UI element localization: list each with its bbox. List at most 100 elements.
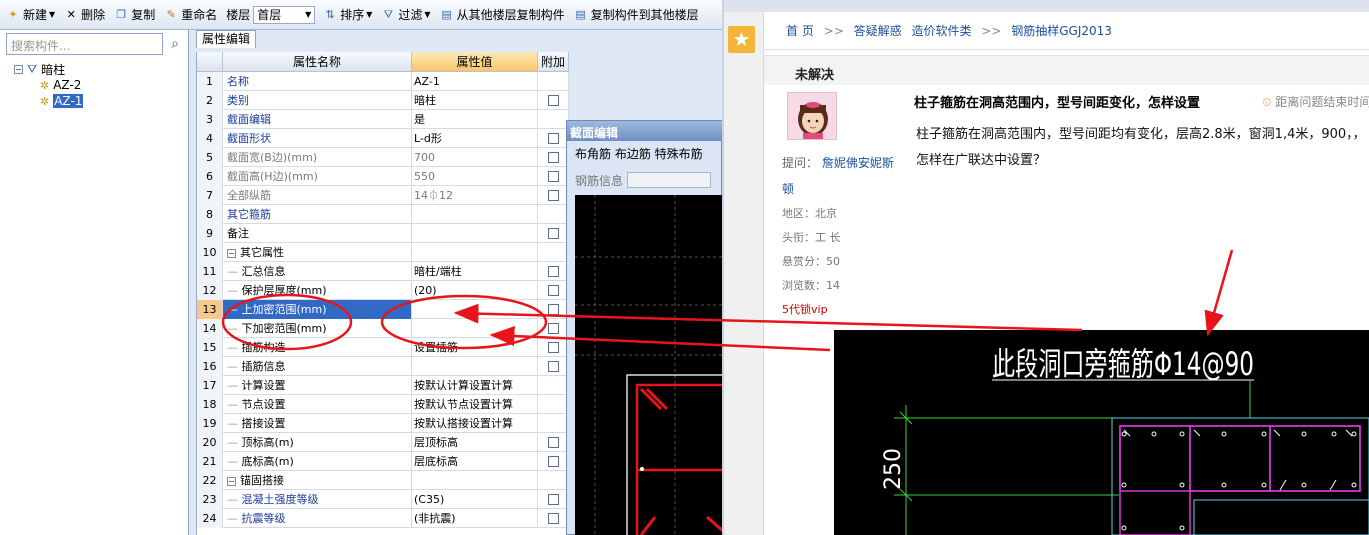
crumb-home[interactable]: 首 页: [786, 24, 814, 38]
property-value[interactable]: [412, 357, 538, 376]
collapse-icon[interactable]: −: [14, 64, 23, 74]
property-value[interactable]: [412, 319, 538, 338]
tree-root[interactable]: − ⛛ 暗柱: [14, 61, 83, 77]
star-icon[interactable]: ★: [728, 26, 755, 53]
tab-property-edit[interactable]: 属性编辑: [196, 30, 256, 48]
row-number: 15: [197, 338, 223, 357]
row-number: 16: [197, 357, 223, 376]
property-grid: 属性名称 属性值 附加 1 名称 AZ-1 2 类别 暗柱 3 截面编辑是 4 截面形状 L-d形 5…: [196, 52, 569, 535]
property-value[interactable]: 550: [412, 167, 538, 186]
dialog-toolbar[interactable]: 布角筋 布边筋 特殊布筋: [567, 145, 723, 165]
copy-to-floor-button[interactable]: ▤ 复制构件到其他楼层: [574, 6, 698, 23]
attach-checkbox[interactable]: [548, 133, 559, 144]
grid-row[interactable]: 15— 插筋构造 设置插筋: [197, 338, 569, 357]
rename-button[interactable]: ✎ 重命名: [164, 6, 218, 23]
attach-checkbox[interactable]: [548, 266, 559, 277]
collapse-icon[interactable]: −: [227, 476, 236, 486]
crumb-qa[interactable]: 答疑解惑: [854, 24, 902, 38]
avatar[interactable]: [787, 92, 837, 140]
new-button[interactable]: ✦ 新建 ▼: [6, 6, 55, 23]
tree-item-az2[interactable]: ✲ AZ-2: [14, 77, 83, 93]
attach-checkbox[interactable]: [548, 228, 559, 239]
grid-row[interactable]: 10− 其它属性: [197, 243, 569, 262]
grid-row[interactable]: 5 截面宽(B边)(mm) 700: [197, 148, 569, 167]
filter-button[interactable]: ⛛ 过滤 ▼: [381, 6, 431, 23]
grid-row[interactable]: 20— 顶标高(m) 层顶标高: [197, 433, 569, 452]
grid-row[interactable]: 1 名称 AZ-1: [197, 72, 569, 91]
crumb-product[interactable]: 钢筋抽样GGJ2013: [1011, 24, 1112, 38]
property-value[interactable]: [412, 471, 538, 490]
search-input[interactable]: 搜索构件...: [6, 33, 163, 55]
grid-row[interactable]: 2 类别 暗柱: [197, 91, 569, 110]
attach-checkbox[interactable]: [548, 304, 559, 315]
section-canvas[interactable]: [575, 195, 723, 535]
rebar-info-input[interactable]: [627, 172, 712, 188]
attach-checkbox[interactable]: [548, 494, 559, 505]
attach-checkbox[interactable]: [548, 456, 559, 467]
grid-row[interactable]: 16— 插筋信息: [197, 357, 569, 376]
property-value[interactable]: 是: [412, 110, 538, 129]
collapse-icon[interactable]: −: [227, 248, 236, 258]
grid-row[interactable]: 14— 下加密范围(mm): [197, 319, 569, 338]
property-value[interactable]: 暗柱: [412, 91, 538, 110]
header-value: 属性值: [412, 52, 538, 72]
attach-checkbox[interactable]: [548, 95, 559, 106]
property-value[interactable]: L-d形: [412, 129, 538, 148]
grid-row[interactable]: 23— 混凝土强度等级 (C35): [197, 490, 569, 509]
property-label: 上加密范围(mm): [241, 303, 327, 316]
grid-row[interactable]: 11— 汇总信息 暗柱/端柱: [197, 262, 569, 281]
property-value[interactable]: 按默认节点设置计算: [412, 395, 538, 414]
grid-row[interactable]: 7 全部纵筋 14⏀12: [197, 186, 569, 205]
property-value[interactable]: 按默认搭接设置计算: [412, 414, 538, 433]
attach-checkbox[interactable]: [548, 342, 559, 353]
property-value[interactable]: [412, 224, 538, 243]
property-value[interactable]: 700: [412, 148, 538, 167]
delete-button[interactable]: ✕ 删除: [64, 6, 106, 23]
property-value[interactable]: [412, 300, 538, 319]
tree-item-az1[interactable]: ✲ AZ-1: [14, 93, 84, 109]
attach-checkbox[interactable]: [548, 171, 559, 182]
tree-line: —: [227, 284, 242, 297]
grid-row[interactable]: 13— 上加密范围(mm): [197, 300, 569, 319]
grid-row[interactable]: 3 截面编辑 是: [197, 110, 569, 129]
attach-checkbox[interactable]: [548, 285, 559, 296]
attach-checkbox[interactable]: [548, 323, 559, 334]
attach-checkbox[interactable]: [548, 152, 559, 163]
grid-row[interactable]: 18— 节点设置 按默认节点设置计算: [197, 395, 569, 414]
grid-row[interactable]: 22− 锚固搭接: [197, 471, 569, 490]
sort-button[interactable]: ⇅ 排序 ▼: [323, 6, 373, 23]
property-value[interactable]: 层底标高: [412, 452, 538, 471]
attach-checkbox[interactable]: [548, 437, 559, 448]
property-value[interactable]: 设置插筋: [412, 338, 538, 357]
grid-row[interactable]: 4 截面形状 L-d形: [197, 129, 569, 148]
grid-row[interactable]: 9 备注: [197, 224, 569, 243]
grid-row[interactable]: 21— 底标高(m) 层底标高: [197, 452, 569, 471]
property-value[interactable]: (非抗震): [412, 509, 538, 528]
attach-checkbox[interactable]: [548, 361, 559, 372]
property-value[interactable]: 14⏀12: [412, 186, 538, 205]
search-icon[interactable]: ⌕: [166, 35, 184, 53]
property-value[interactable]: (20): [412, 281, 538, 300]
property-value[interactable]: [412, 205, 538, 224]
grid-row[interactable]: 12— 保护层厚度(mm) (20): [197, 281, 569, 300]
property-value[interactable]: (C35): [412, 490, 538, 509]
copy-button[interactable]: ❐ 复制: [114, 6, 155, 23]
attach-checkbox[interactable]: [548, 190, 559, 201]
attach-cell: [538, 224, 569, 243]
grid-row[interactable]: 8 其它箍筋: [197, 205, 569, 224]
header-name: 属性名称: [223, 52, 412, 72]
property-value[interactable]: 暗柱/端柱: [412, 262, 538, 281]
cad-screenshot: 此段洞口旁箍筋Φ14@90 250: [834, 330, 1369, 535]
copy-from-floor-button[interactable]: ▤ 从其他楼层复制构件: [440, 6, 564, 23]
floor-select[interactable]: 首层 ▼: [253, 5, 316, 24]
grid-row[interactable]: 24— 抗震等级 (非抗震): [197, 509, 569, 528]
property-value[interactable]: 按默认计算设置计算: [412, 376, 538, 395]
property-value[interactable]: AZ-1: [412, 72, 538, 91]
property-value[interactable]: 层顶标高: [412, 433, 538, 452]
attach-checkbox[interactable]: [548, 513, 559, 524]
grid-row[interactable]: 6 截面高(H边)(mm) 550: [197, 167, 569, 186]
crumb-category[interactable]: 造价软件类: [911, 24, 971, 38]
grid-row[interactable]: 19— 搭接设置 按默认搭接设置计算: [197, 414, 569, 433]
property-value[interactable]: [412, 243, 538, 262]
grid-row[interactable]: 17— 计算设置 按默认计算设置计算: [197, 376, 569, 395]
